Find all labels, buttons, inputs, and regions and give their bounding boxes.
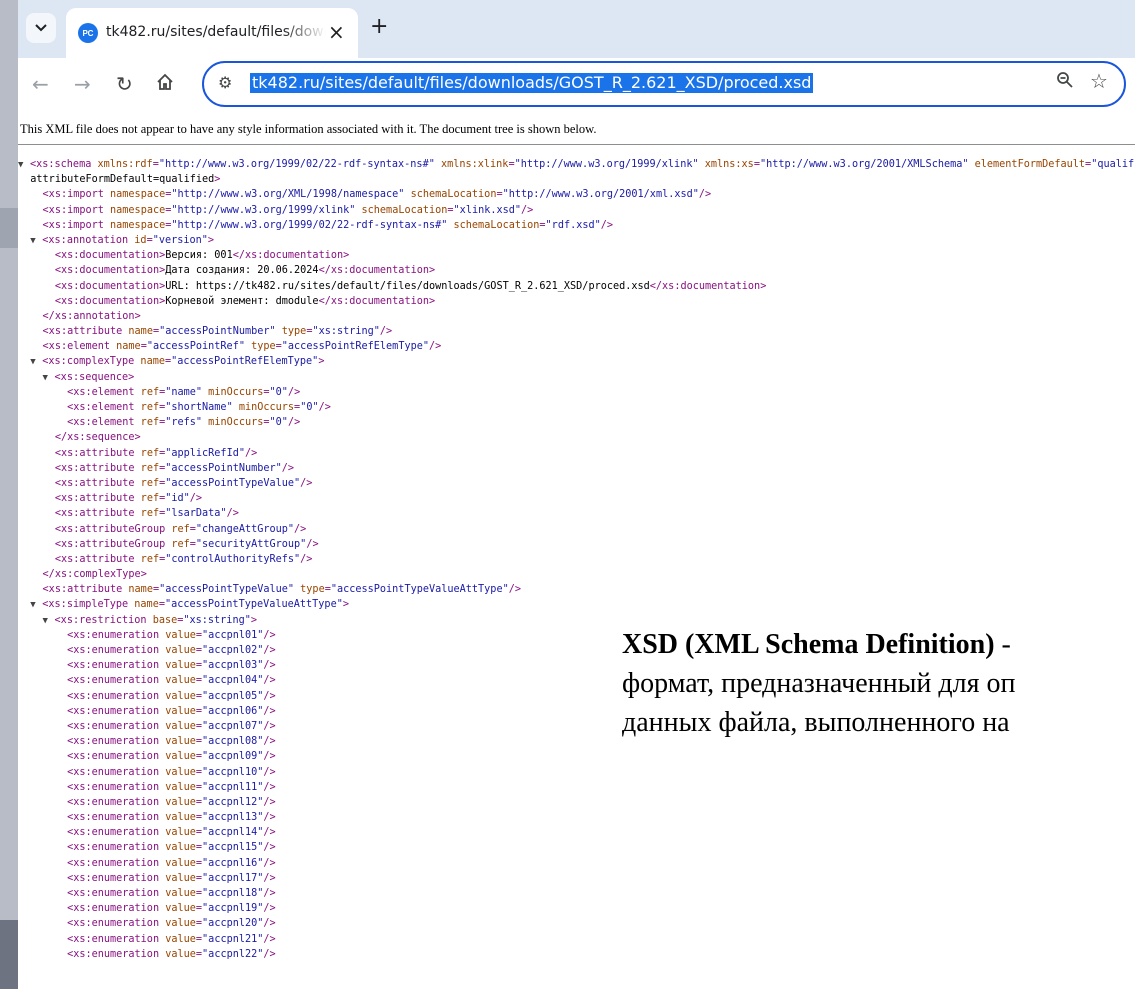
xml-line: <xs:attribute name="accessPointTypeValue… xyxy=(42,584,521,596)
forward-button[interactable]: → xyxy=(74,72,91,96)
overlay-line-1: XSD (XML Schema Definition) - xyxy=(622,625,1135,664)
xml-line: <xs:import namespace="http://www.w3.org/… xyxy=(42,219,614,231)
xml-line: </xs:sequence> xyxy=(54,432,141,444)
desktop-strip-segment xyxy=(0,208,18,248)
tab-title: tk482.ru/sites/default/files/downloads/G… xyxy=(106,24,326,40)
xml-line: <xs:documentation>Версия: 001</xs:docume… xyxy=(54,250,350,262)
collapse-toggle-icon[interactable]: ▼ xyxy=(43,373,55,383)
collapse-toggle-icon[interactable]: ▼ xyxy=(18,160,30,170)
slide-text-overlay: XSD (XML Schema Definition) - формат, пр… xyxy=(622,625,1135,805)
xml-line: <xs:documentation>Дата создания: 20.06.2… xyxy=(54,265,436,277)
reload-button[interactable]: ↻ xyxy=(116,72,133,96)
browser-toolbar: ← → ↻ ⚙ tk482.ru/sites/default/files/dow… xyxy=(18,58,1135,118)
xml-line: <xs:documentation>Корневой элемент: dmod… xyxy=(54,295,436,307)
home-icon xyxy=(157,73,173,90)
xml-line: <xs:enumeration value="accpnl16"/> xyxy=(67,857,276,869)
xml-line: <xs:attribute ref="controlAuthorityRefs"… xyxy=(54,553,313,565)
xml-line: <xs:element name="accessPointRef" type="… xyxy=(42,341,442,353)
forward-icon: → xyxy=(74,72,91,96)
tab-bar: РС tk482.ru/sites/default/files/download… xyxy=(18,0,1135,58)
url-text[interactable]: tk482.ru/sites/default/files/downloads/G… xyxy=(250,73,814,93)
xml-info-message: This XML file does not appear to have an… xyxy=(18,118,1135,145)
xml-line: <xs:enumeration value="accpnl19"/> xyxy=(67,903,276,915)
xml-line: <xs:attribute ref="accessPointTypeValue"… xyxy=(54,477,313,489)
collapse-toggle-icon[interactable]: ▼ xyxy=(30,357,42,367)
xml-line: ▼ <xs:schema xmlns:rdf="http://www.w3.org… xyxy=(18,159,1135,170)
active-tab[interactable]: РС tk482.ru/sites/default/files/download… xyxy=(66,8,358,58)
xml-line: <xs:element ref="name" minOccurs="0"/> xyxy=(67,386,301,398)
xml-line: ▼ <xs:simpleType name="accessPointTypeVal… xyxy=(30,599,349,611)
xml-line: <xs:enumeration value="accpnl21"/> xyxy=(67,933,276,945)
xml-line: <xs:enumeration value="accpnl13"/> xyxy=(67,812,276,824)
xml-line: <xs:attribute ref="accessPointNumber"/> xyxy=(54,462,295,474)
collapse-toggle-icon[interactable]: ▼ xyxy=(43,616,55,626)
star-icon[interactable]: ☆ xyxy=(1090,69,1108,93)
xml-line: <xs:documentation>URL: https://tk482.ru/… xyxy=(54,280,767,292)
xml-line: <xs:element ref="shortName" minOccurs="0… xyxy=(67,402,331,413)
xml-document-tree: ▼ <xs:schema xmlns:rdf="http://www.w3.org… xyxy=(18,159,1135,964)
overlay-dash: - xyxy=(994,629,1011,660)
xml-line: <xs:enumeration value="accpnl18"/> xyxy=(67,888,276,899)
xml-line: <xs:attribute ref="id"/> xyxy=(54,493,203,505)
collapse-toggle-icon[interactable]: ▼ xyxy=(30,600,42,610)
xml-line: <xs:import namespace="http://www.w3.org/… xyxy=(42,189,712,201)
tab-list-icon xyxy=(35,24,47,32)
browser-chrome: РС tk482.ru/sites/default/files/download… xyxy=(18,0,1135,118)
back-icon: ← xyxy=(32,72,49,96)
xml-line: </xs:annotation> xyxy=(42,310,141,322)
xsd-definition-term: XSD (XML Schema Definition) xyxy=(622,629,995,660)
xml-line: <xs:enumeration value="accpnl22"/> xyxy=(67,948,276,960)
xml-line: ▼ <xs:sequence> xyxy=(42,371,135,383)
reload-icon: ↻ xyxy=(116,72,133,96)
xml-line: ▼ <xs:annotation id="version"> xyxy=(30,234,215,246)
site-favicon-icon: РС xyxy=(78,23,98,43)
xml-line: <xs:element ref="refs" minOccurs="0"/> xyxy=(67,417,301,429)
desktop-background-strip xyxy=(0,0,18,989)
zoom-icon[interactable] xyxy=(1056,71,1074,94)
xml-line: <xs:enumeration value="accpnl17"/> xyxy=(67,872,276,884)
xml-line: <xs:enumeration value="accpnl15"/> xyxy=(67,842,276,854)
xml-line: <xs:attribute ref="lsarData"/> xyxy=(54,508,239,520)
desktop-strip-segment xyxy=(0,920,18,989)
xml-line: <xs:attributeGroup ref="changeAttGroup"/… xyxy=(54,523,307,535)
xml-line: <xs:attribute ref="applicRefId"/> xyxy=(54,447,258,459)
xml-line: <xs:attribute name="accessPointNumber" t… xyxy=(42,326,393,338)
site-info-icon[interactable]: ⚙ xyxy=(218,73,232,92)
address-bar[interactable]: ⚙ tk482.ru/sites/default/files/downloads… xyxy=(202,61,1126,107)
overlay-line-2: формат, предназначенный для оп xyxy=(622,668,1016,699)
xml-line: ▼ <xs:complexType name="accessPointRefEle… xyxy=(30,356,325,368)
xml-line: <xs:attributeGroup ref="securityAttGroup… xyxy=(54,538,319,550)
back-button[interactable]: ← xyxy=(32,72,49,96)
tab-close-button[interactable]: × xyxy=(328,20,345,44)
tab-list-button[interactable] xyxy=(26,13,56,43)
xml-line: <xs:import namespace="http://www.w3.org/… xyxy=(42,204,534,216)
xml-line: <xs:enumeration value="accpnl20"/> xyxy=(67,918,276,930)
new-tab-button[interactable]: + xyxy=(370,16,388,38)
page-content: This XML file does not appear to have an… xyxy=(18,118,1135,989)
xml-line: <xs:enumeration value="accpnl14"/> xyxy=(67,827,276,839)
collapse-toggle-icon[interactable]: ▼ xyxy=(30,236,42,246)
home-button[interactable] xyxy=(156,72,174,96)
overlay-line-3: данных файла, выполненного на xyxy=(622,707,1010,738)
xml-line: </xs:complexType> xyxy=(42,569,147,581)
xml-line: attributeFormDefault=qualified> xyxy=(30,174,221,186)
